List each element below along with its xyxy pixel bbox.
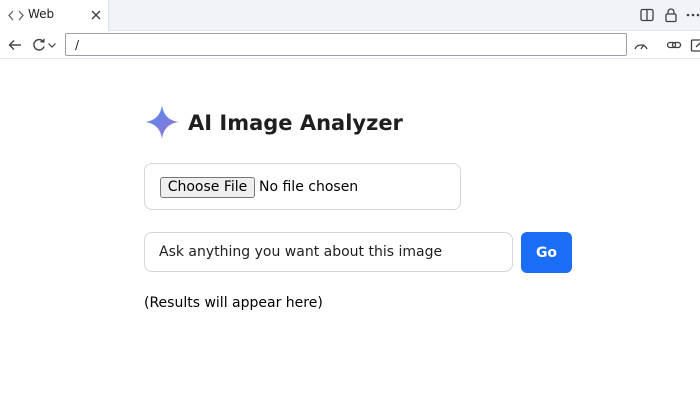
reload-icon[interactable] [31, 37, 47, 53]
link-icon[interactable] [666, 37, 682, 53]
browser-toolbar [0, 31, 700, 59]
more-icon[interactable] [686, 7, 700, 23]
close-tab-icon[interactable] [90, 9, 102, 21]
results-text: (Results will appear here) [144, 295, 323, 311]
lock-icon[interactable] [663, 7, 679, 23]
tab-strip: Web [0, 0, 700, 32]
file-upload-box: Choose File No file chosen [144, 163, 461, 210]
split-view-icon[interactable] [639, 7, 655, 23]
file-status-text: No file chosen [259, 179, 359, 195]
edit-icon[interactable] [690, 37, 700, 53]
chevron-down-icon[interactable] [47, 37, 57, 53]
question-input[interactable] [144, 232, 513, 272]
code-icon [8, 10, 24, 21]
performance-gauge-icon[interactable] [633, 37, 649, 53]
tab-title: Web [28, 7, 55, 21]
address-bar[interactable] [65, 33, 627, 56]
choose-file-button[interactable]: Choose File [160, 177, 255, 198]
back-arrow-icon[interactable] [7, 37, 23, 53]
page-title: AI Image Analyzer [188, 111, 403, 135]
go-button[interactable]: Go [521, 232, 572, 273]
browser-tab[interactable]: Web [0, 0, 109, 32]
sparkle-icon [145, 105, 179, 139]
